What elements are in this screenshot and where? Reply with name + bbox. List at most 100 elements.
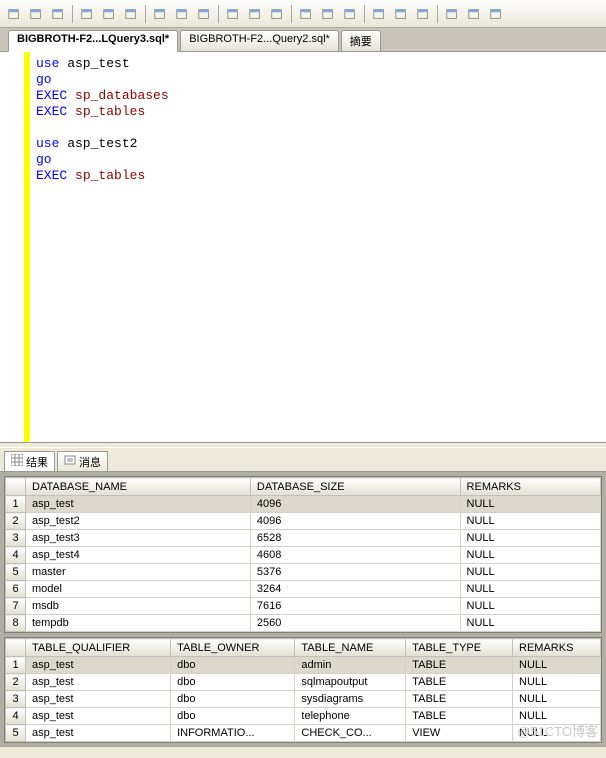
file-tab[interactable]: BIGBROTH-F2...Query2.sql* xyxy=(180,30,339,51)
table-row[interactable]: 7msdb7616NULL xyxy=(6,598,601,615)
uncomment-button[interactable] xyxy=(486,4,506,24)
floppy-button[interactable] xyxy=(150,4,170,24)
cell[interactable]: dbo xyxy=(171,657,295,674)
zoom-button[interactable] xyxy=(391,4,411,24)
column-header[interactable]: REMARKS xyxy=(460,478,600,496)
row-number[interactable]: 7 xyxy=(6,598,26,615)
cell[interactable]: asp_test xyxy=(26,725,171,742)
row-number[interactable]: 4 xyxy=(6,708,26,725)
row-number[interactable]: 1 xyxy=(6,496,26,513)
table-row[interactable]: 1asp_testdboadminTABLENULL xyxy=(6,657,601,674)
row-number[interactable]: 3 xyxy=(6,691,26,708)
cell[interactable]: telephone xyxy=(295,708,406,725)
cell[interactable]: INFORMATIO... xyxy=(171,725,295,742)
cell[interactable]: NULL xyxy=(513,674,601,691)
table-row[interactable]: 3asp_testdbosysdiagramsTABLENULL xyxy=(6,691,601,708)
grid2-button[interactable] xyxy=(245,4,265,24)
column-header[interactable]: DATABASE_SIZE xyxy=(250,478,460,496)
back-button[interactable] xyxy=(296,4,316,24)
code-area[interactable]: use asp_testgoEXEC sp_databasesEXEC sp_t… xyxy=(30,52,175,442)
cell[interactable]: asp_test2 xyxy=(26,513,251,530)
cell[interactable]: NULL xyxy=(460,598,600,615)
open-button[interactable] xyxy=(26,4,46,24)
cell[interactable]: asp_test xyxy=(26,708,171,725)
cell[interactable]: dbo xyxy=(171,708,295,725)
cell[interactable]: TABLE xyxy=(406,657,513,674)
table-row[interactable]: 8tempdb2560NULL xyxy=(6,615,601,632)
row-number[interactable]: 2 xyxy=(6,674,26,691)
column-header[interactable]: TABLE_TYPE xyxy=(406,639,513,657)
column-header[interactable]: TABLE_QUALIFIER xyxy=(26,639,171,657)
save-button[interactable] xyxy=(48,4,68,24)
table-row[interactable]: 3asp_test36528NULL xyxy=(6,530,601,547)
column-header[interactable]: TABLE_NAME xyxy=(295,639,406,657)
cell[interactable]: TABLE xyxy=(406,691,513,708)
cell[interactable]: sysdiagrams xyxy=(295,691,406,708)
cell[interactable]: dbo xyxy=(171,691,295,708)
cell[interactable]: model xyxy=(26,581,251,598)
new-file-button[interactable] xyxy=(4,4,24,24)
file-tab[interactable]: BIGBROTH-F2...LQuery3.sql* xyxy=(8,30,178,52)
cell[interactable]: NULL xyxy=(460,581,600,598)
cell[interactable]: NULL xyxy=(460,615,600,632)
cell[interactable]: TABLE xyxy=(406,708,513,725)
cell[interactable]: NULL xyxy=(460,496,600,513)
cell[interactable]: 2560 xyxy=(250,615,460,632)
file-tab[interactable]: 摘要 xyxy=(341,30,381,51)
cell[interactable]: admin xyxy=(295,657,406,674)
cell[interactable]: asp_test xyxy=(26,657,171,674)
bookmark-button[interactable] xyxy=(267,4,287,24)
row-number[interactable]: 5 xyxy=(6,725,26,742)
cell[interactable]: NULL xyxy=(513,657,601,674)
table-row[interactable]: 4asp_testdbotelephoneTABLENULL xyxy=(6,708,601,725)
undo-button[interactable] xyxy=(194,4,214,24)
table-row[interactable]: 1asp_test4096NULL xyxy=(6,496,601,513)
cell[interactable]: tempdb xyxy=(26,615,251,632)
row-number[interactable]: 1 xyxy=(6,657,26,674)
cell[interactable]: asp_test xyxy=(26,496,251,513)
cell[interactable]: CHECK_CO... xyxy=(295,725,406,742)
cell[interactable]: 7616 xyxy=(250,598,460,615)
cell[interactable]: msdb xyxy=(26,598,251,615)
row-number[interactable]: 2 xyxy=(6,513,26,530)
cell[interactable]: 3264 xyxy=(250,581,460,598)
cell[interactable]: NULL xyxy=(513,691,601,708)
row-number[interactable]: 6 xyxy=(6,581,26,598)
cell[interactable]: 4096 xyxy=(250,496,460,513)
cell[interactable]: NULL xyxy=(460,547,600,564)
cell[interactable]: VIEW xyxy=(406,725,513,742)
list-button[interactable] xyxy=(413,4,433,24)
column-header[interactable]: REMARKS xyxy=(513,639,601,657)
table-button[interactable] xyxy=(172,4,192,24)
cell[interactable]: NULL xyxy=(460,530,600,547)
column-header[interactable]: DATABASE_NAME xyxy=(26,478,251,496)
column-header[interactable]: TABLE_OWNER xyxy=(171,639,295,657)
cell[interactable]: asp_test xyxy=(26,691,171,708)
indent-button[interactable] xyxy=(340,4,360,24)
row-number[interactable]: 4 xyxy=(6,547,26,564)
cell[interactable]: 4096 xyxy=(250,513,460,530)
cut-button[interactable] xyxy=(77,4,97,24)
outdent-button[interactable] xyxy=(369,4,389,24)
table-row[interactable]: 6model3264NULL xyxy=(6,581,601,598)
result-tab-grid[interactable]: 结果 xyxy=(4,451,55,471)
cell[interactable]: dbo xyxy=(171,674,295,691)
copy-button[interactable] xyxy=(99,4,119,24)
cell[interactable]: NULL xyxy=(460,564,600,581)
table-row[interactable]: 5asp_testINFORMATIO...CHECK_CO...VIEWNUL… xyxy=(6,725,601,742)
comment-button[interactable] xyxy=(464,4,484,24)
cell[interactable]: 6528 xyxy=(250,530,460,547)
cell[interactable]: sqlmapoutput xyxy=(295,674,406,691)
row-number[interactable]: 5 xyxy=(6,564,26,581)
forward-button[interactable] xyxy=(318,4,338,24)
cell[interactable]: NULL xyxy=(513,708,601,725)
table-row[interactable]: 2asp_testdbosqlmapoutputTABLENULL xyxy=(6,674,601,691)
table-row[interactable]: 4asp_test44608NULL xyxy=(6,547,601,564)
redo-button[interactable] xyxy=(223,4,243,24)
cell[interactable]: 5376 xyxy=(250,564,460,581)
corner-header[interactable] xyxy=(6,639,26,657)
list2-button[interactable] xyxy=(442,4,462,24)
cell[interactable]: asp_test xyxy=(26,674,171,691)
cell[interactable]: master xyxy=(26,564,251,581)
tables-table[interactable]: TABLE_QUALIFIERTABLE_OWNERTABLE_NAMETABL… xyxy=(5,638,601,742)
